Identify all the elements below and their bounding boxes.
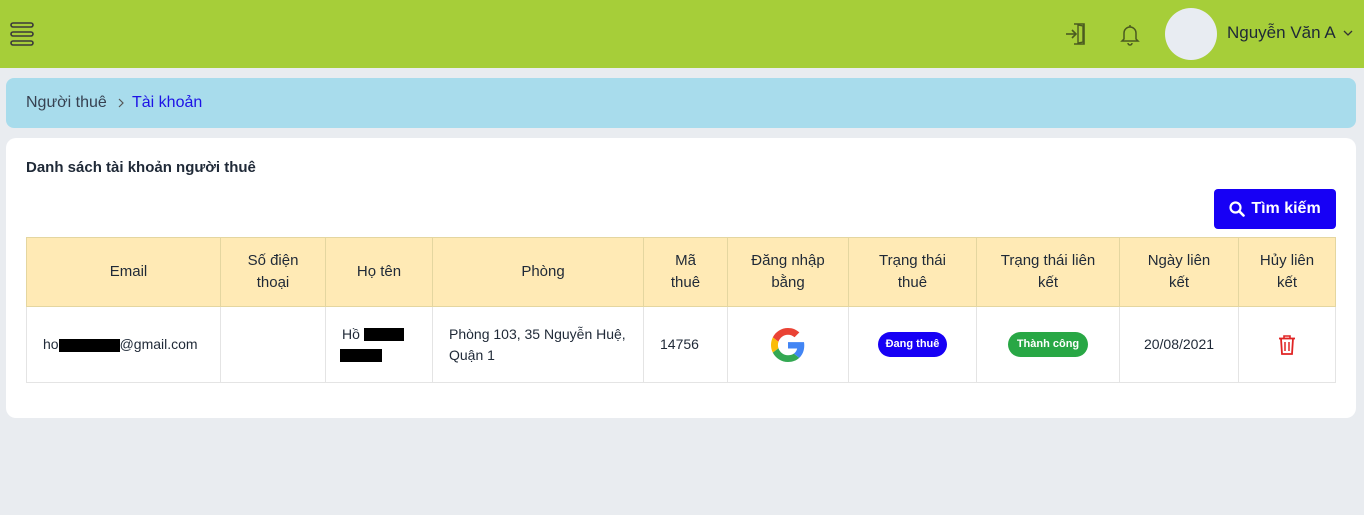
- rent-status-badge: Đang thuê: [877, 332, 948, 357]
- user-name[interactable]: Nguyễn Văn A: [1227, 23, 1336, 43]
- card-title: Danh sách tài khoản người thuê: [26, 159, 256, 176]
- tenant-accounts-card: Danh sách tài khoản người thuê Tìm kiếm …: [6, 138, 1356, 418]
- header-link-date: Ngày liên kết: [1119, 237, 1239, 307]
- chevron-right-icon: [118, 98, 124, 108]
- header-rent-status: Trạng thái thuê: [848, 237, 977, 307]
- cell-room: Phòng 103, 35 Nguyễn Huệ, Quận 1: [432, 306, 644, 383]
- search-button-label: Tìm kiếm: [1251, 200, 1321, 217]
- cell-unlink: [1238, 306, 1336, 383]
- redaction-bar: [58, 338, 120, 352]
- search-button[interactable]: Tìm kiếm: [1214, 189, 1336, 229]
- bell-icon[interactable]: [1116, 20, 1144, 48]
- header-code: Mã thuê: [643, 237, 728, 307]
- cell-name: Hồ: [325, 306, 433, 383]
- cell-link-date: 20/08/2021: [1119, 306, 1239, 383]
- cell-login-method: [727, 306, 849, 383]
- breadcrumb: Người thuê Tài khoản: [6, 78, 1356, 128]
- header-login-method: Đăng nhập bằng: [727, 237, 849, 307]
- table-row: ho @gmail.com Hồ Phòng 103, 35 Nguyễn Huệ…: [26, 306, 1336, 383]
- redaction-bar: [363, 328, 404, 342]
- google-icon: [771, 327, 805, 362]
- header-room: Phòng: [432, 237, 644, 307]
- header-link-status: Trạng thái liên kết: [976, 237, 1120, 307]
- header-name: Họ tên: [325, 237, 433, 307]
- avatar[interactable]: [1165, 8, 1217, 60]
- header-phone: Số điện thoại: [220, 237, 326, 307]
- table-header-row: Email Số điện thoại Họ tên Phòng Mã thuê…: [26, 237, 1336, 307]
- menu-icon[interactable]: [10, 21, 34, 47]
- breadcrumb-root[interactable]: Người thuê: [26, 94, 107, 112]
- cell-email: ho @gmail.com: [26, 306, 221, 383]
- cell-code: 14756: [643, 306, 728, 383]
- redaction-bar: [340, 349, 382, 363]
- cell-rent-status: Đang thuê: [848, 306, 977, 383]
- link-status-badge: Thành công: [1007, 332, 1089, 357]
- cell-link-status: Thành công: [976, 306, 1120, 383]
- header-email: Email: [26, 237, 221, 307]
- search-icon: [1229, 201, 1246, 217]
- email-suffix: @gmail.com: [119, 336, 198, 352]
- login-icon[interactable]: [1062, 20, 1090, 48]
- breadcrumb-current[interactable]: Tài khoản: [132, 94, 202, 112]
- header-unlink: Hủy liên kết: [1238, 237, 1336, 307]
- cell-phone: [220, 306, 326, 383]
- trash-icon[interactable]: [1277, 334, 1297, 356]
- name-prefix: Hồ: [342, 325, 360, 342]
- chevron-down-icon[interactable]: [1342, 27, 1354, 39]
- email-prefix: ho: [43, 336, 59, 352]
- top-bar: Nguyễn Văn A: [0, 0, 1364, 68]
- tenant-accounts-table: Email Số điện thoại Họ tên Phòng Mã thuê…: [26, 237, 1336, 383]
